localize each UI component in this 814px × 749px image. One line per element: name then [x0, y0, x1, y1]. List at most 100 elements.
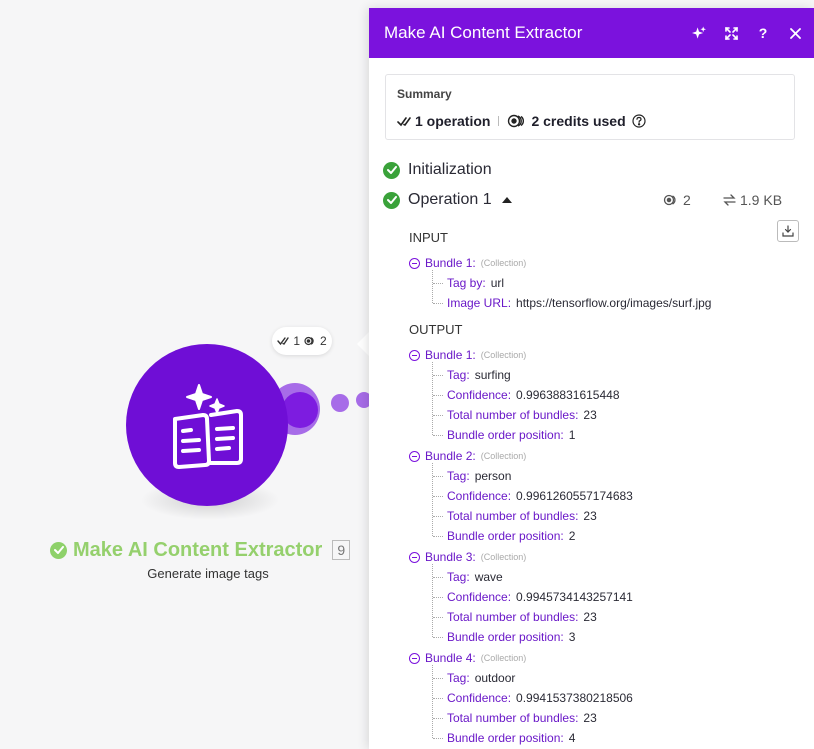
summary-box: Summary 1 operation 2 credits used — [385, 74, 795, 140]
field-key: Total number of bundles: — [447, 610, 579, 624]
initialization-label: Initialization — [408, 161, 492, 178]
connection-dot — [331, 394, 349, 412]
help-icon[interactable]: ? — [756, 26, 770, 40]
field-key: Confidence: — [447, 590, 512, 604]
field-key: Bundle order position: — [447, 529, 564, 543]
field-value[interactable]: 0.9945734143257141 — [516, 590, 633, 604]
credits-icon — [663, 194, 676, 206]
expand-icon[interactable] — [724, 26, 738, 40]
transfer-arrows-icon — [723, 194, 736, 206]
bundle-header[interactable]: Bundle 3: (Collection) — [409, 548, 526, 566]
bundle-name: Bundle 1: — [425, 256, 476, 270]
bundle-field: Bundle order position: 1 — [432, 426, 576, 444]
bundle-field: Tag: person — [432, 467, 512, 485]
module-node[interactable] — [126, 344, 288, 506]
field-value[interactable]: 1 — [569, 428, 576, 442]
collapse-minus-icon[interactable] — [409, 652, 420, 664]
operation-row[interactable]: Operation 1 — [383, 191, 512, 209]
field-key: Total number of bundles: — [447, 711, 579, 725]
bundle-field: Total number of bundles: 23 — [433, 406, 597, 424]
field-value[interactable]: https://tensorflow.org/images/surf.jpg — [516, 296, 711, 310]
bundle-type: (Collection) — [480, 258, 527, 268]
ai-sparkle-icon[interactable] — [692, 26, 706, 40]
field-key: Bundle order position: — [447, 428, 564, 442]
output-section-label: OUTPUT — [409, 322, 463, 337]
field-value[interactable]: wave — [475, 570, 503, 584]
credits-icon — [304, 336, 314, 346]
field-value[interactable]: person — [475, 469, 512, 483]
field-value[interactable]: url — [491, 276, 504, 290]
bundle-field: Bundle order position: 3 — [432, 628, 576, 646]
summary-operations: 1 operation — [415, 113, 491, 129]
operation-size: 1.9 KB — [723, 192, 782, 208]
bundle-name: Bundle 2: — [425, 449, 476, 463]
ai-document-icon — [173, 384, 243, 469]
tree-guide-line — [432, 665, 433, 738]
tree-guide-line — [432, 564, 433, 637]
download-button[interactable] — [777, 220, 799, 242]
credits-icon — [508, 114, 525, 128]
bundle-field: Total number of bundles: 23 — [433, 507, 597, 525]
collapse-minus-icon[interactable] — [409, 257, 420, 269]
field-value[interactable]: 0.9941537380218506 — [516, 691, 633, 705]
field-key: Image URL: — [447, 296, 512, 310]
bundle-header[interactable]: Bundle 2: (Collection) — [409, 447, 526, 465]
field-key: Tag by: — [447, 276, 486, 290]
field-value[interactable]: 23 — [583, 711, 596, 725]
checkmarks-icon — [277, 337, 290, 346]
tree-guide-line — [432, 362, 433, 435]
field-key: Confidence: — [447, 489, 512, 503]
field-key: Confidence: — [447, 388, 512, 402]
field-key: Tag: — [447, 671, 470, 685]
execution-bubble[interactable]: 1 2 — [272, 327, 332, 355]
collapse-minus-icon[interactable] — [409, 450, 420, 462]
summary-label: Summary — [397, 87, 452, 101]
field-value[interactable]: 0.9961260557174683 — [516, 489, 633, 503]
bundle-field: Confidence: 0.99638831615448 — [433, 386, 620, 404]
module-title-row: Make AI Content Extractor 9 — [50, 538, 351, 562]
bundle-type: (Collection) — [480, 451, 527, 461]
field-value[interactable]: 3 — [569, 630, 576, 644]
collapse-minus-icon[interactable] — [409, 551, 420, 563]
bundle-type: (Collection) — [480, 552, 527, 562]
field-value[interactable]: 23 — [583, 610, 596, 624]
bundle-name: Bundle 3: — [425, 550, 476, 564]
success-check-icon — [50, 541, 67, 559]
bundle-name: Bundle 1: — [425, 348, 476, 362]
bundle-header[interactable]: Bundle 4: (Collection) — [409, 649, 526, 667]
panel-pointer — [357, 332, 369, 356]
summary-credits: 2 credits used — [531, 113, 626, 129]
execution-inspector-panel: Make AI Content Extractor ? Summary 1 op… — [369, 8, 814, 749]
bubble-credits: 2 — [320, 334, 327, 348]
field-value[interactable]: 23 — [583, 509, 596, 523]
panel-title: Make AI Content Extractor — [384, 23, 583, 42]
input-section-label: INPUT — [409, 230, 448, 245]
bundle-type: (Collection) — [480, 350, 527, 360]
bundle-field: Image URL: https://tensorflow.org/images/… — [432, 294, 711, 312]
initialization-row[interactable]: Initialization — [383, 161, 492, 179]
bundle-field: Tag: surfing — [433, 366, 511, 384]
success-check-icon — [383, 191, 400, 209]
field-key: Total number of bundles: — [447, 408, 579, 422]
field-value[interactable]: 23 — [583, 408, 596, 422]
field-value[interactable]: 2 — [569, 529, 576, 543]
field-value[interactable]: 0.99638831615448 — [516, 388, 619, 402]
operation-label: Operation 1 — [408, 191, 492, 208]
field-key: Bundle order position: — [447, 731, 564, 745]
bundle-header[interactable]: Bundle 1: (Collection) — [409, 346, 526, 364]
collapse-caret-icon[interactable] — [501, 197, 512, 203]
tree-guide-line — [432, 270, 433, 303]
checkmarks-icon — [397, 116, 411, 126]
field-value[interactable]: outdoor — [475, 671, 516, 685]
bundle-field: Tag by: url — [432, 274, 504, 292]
field-key: Tag: — [447, 469, 470, 483]
info-question-icon[interactable] — [632, 114, 646, 128]
close-icon[interactable] — [788, 26, 802, 40]
module-id-badge: 9 — [332, 540, 351, 560]
collapse-minus-icon[interactable] — [409, 349, 420, 361]
download-icon — [782, 225, 794, 237]
bundle-field: Total number of bundles: 23 — [433, 608, 597, 626]
field-value[interactable]: surfing — [475, 368, 511, 382]
field-value[interactable]: 4 — [569, 731, 576, 745]
bundle-header[interactable]: Bundle 1: (Collection) — [409, 254, 526, 272]
